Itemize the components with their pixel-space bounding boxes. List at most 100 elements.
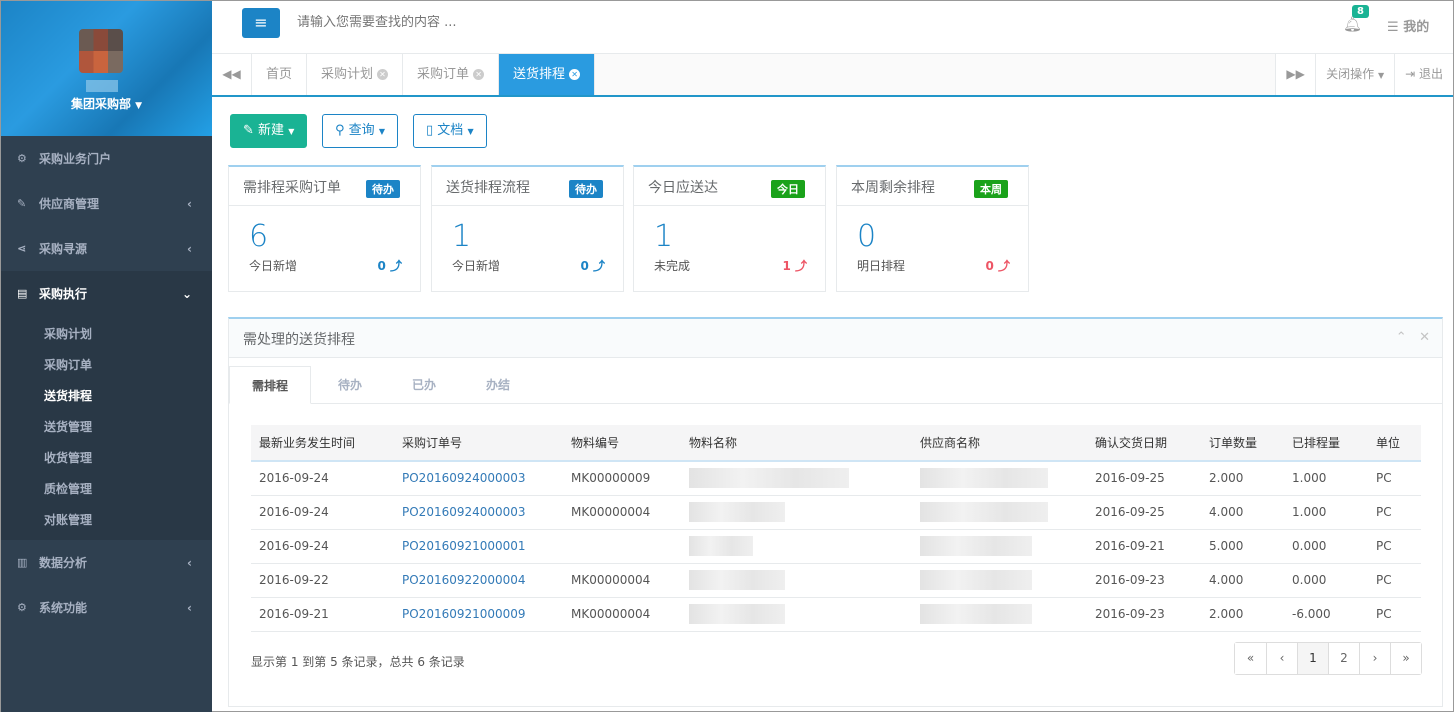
page-last-button[interactable]: » [1390, 643, 1421, 674]
list-icon: ▤ [17, 287, 28, 300]
submenu-plan[interactable]: 采购计划 [1, 319, 212, 350]
tab-todo[interactable]: 待办 [313, 366, 387, 404]
close-icon[interactable]: ✕ [1419, 330, 1430, 345]
table-row[interactable]: 2016-09-24 PO20160924000003 MK00000004 2… [251, 495, 1421, 530]
forward-icon: ▶▶ [1286, 67, 1305, 81]
stat-card-week-remaining[interactable]: 本周剩余排程 本周 0 明日排程 0 ⤴ [836, 165, 1029, 292]
table-row[interactable]: 2016-09-22 PO20160922000004 MK00000004 2… [251, 563, 1421, 598]
po-link[interactable]: PO20160921000001 [394, 529, 563, 564]
stat-header: 需排程采购订单 待办 [229, 167, 420, 206]
stat-subtitle: 今日新增 [452, 259, 501, 273]
nav-analytics[interactable]: ▥ 数据分析 ‹ [1, 540, 212, 585]
cell-date: 2016-09-21 [1087, 529, 1201, 564]
chevron-down-icon: ⌄ [181, 286, 192, 301]
mine-menu[interactable]: ☰ 我的 [1387, 16, 1429, 35]
new-button[interactable]: ✎ 新建 ▼ [230, 114, 308, 148]
stat-card-schedule-flow[interactable]: 送货排程流程 待办 1 今日新增 0 ⤴ [431, 165, 624, 292]
tab-plan[interactable]: 采购计划 ✕ [307, 54, 404, 95]
panel-tabs: 需排程 待办 已办 办结 [229, 366, 1442, 404]
po-link[interactable]: PO20160924000003 [394, 495, 563, 530]
col-header[interactable]: 订单数量 [1201, 425, 1284, 462]
submenu-schedule[interactable]: 送货排程 [1, 381, 212, 412]
cell-date: 2016-09-25 [1087, 495, 1201, 530]
col-header[interactable]: 确认交货日期 [1087, 425, 1201, 462]
nav-system[interactable]: ⚙ 系统功能 ‹ [1, 585, 212, 630]
submenu-receiving[interactable]: 收货管理 [1, 443, 212, 474]
submenu-order[interactable]: 采购订单 [1, 350, 212, 381]
col-header[interactable]: 供应商名称 [912, 425, 1087, 462]
tab-home[interactable]: 首页 [252, 54, 308, 95]
col-header[interactable]: 采购订单号 [394, 425, 563, 462]
stat-badge: 待办 [366, 180, 400, 198]
page-2-button[interactable]: 2 [1328, 643, 1359, 674]
tab-order[interactable]: 采购订单 ✕ [403, 54, 500, 95]
cell-material: MK00000004 [563, 597, 681, 632]
cell-scheduled: 1.000 [1284, 461, 1368, 496]
delta-value: 1 [782, 259, 791, 273]
tabs-right-tools: ▶▶ 关闭操作 ▼ ⇥ 退出 [1275, 54, 1453, 95]
query-button[interactable]: ⚲ 查询 ▼ [322, 114, 398, 148]
page-1-button[interactable]: 1 [1297, 643, 1328, 674]
profile-area: 集团采购部 ▼ [1, 1, 212, 136]
po-link[interactable]: PO20160921000009 [394, 597, 563, 632]
submenu-inspection[interactable]: 质检管理 [1, 474, 212, 505]
stat-title: 需排程采购订单 [243, 180, 341, 196]
stat-card-pending-orders[interactable]: 需排程采购订单 待办 6 今日新增 0 ⤴ [228, 165, 421, 292]
document-button[interactable]: ▯ 文档 ▼ [413, 114, 487, 148]
close-icon[interactable]: ✕ [377, 69, 389, 80]
po-link[interactable]: PO20160924000003 [394, 461, 563, 496]
table-row[interactable]: 2016-09-21 PO20160921000009 MK00000004 2… [251, 597, 1421, 632]
tabs-scroll-left-button[interactable]: ◀◀ [212, 54, 252, 95]
stat-delta: 0 ⤴ [985, 257, 1010, 274]
avatar[interactable] [79, 29, 123, 73]
tab-label: 采购计划 [321, 67, 374, 82]
nav-sourcing[interactable]: ⋖ 采购寻源 ‹ [1, 226, 212, 271]
po-link[interactable]: PO20160922000004 [394, 563, 563, 598]
nav-supplier[interactable]: ✎ 供应商管理 ‹ [1, 181, 212, 226]
cell-qty: 4.000 [1201, 563, 1284, 598]
menu-toggle-button[interactable]: ≡ [242, 8, 280, 38]
col-header[interactable]: 物料名称 [681, 425, 912, 462]
cell-unit: PC [1368, 563, 1421, 598]
table-header-row: 最新业务发生时间 采购订单号 物料编号 物料名称 供应商名称 确认交货日期 订单… [251, 425, 1421, 462]
cell-material-name [681, 529, 912, 564]
chevron-left-icon: ‹ [187, 555, 192, 570]
close-ops-label: 关闭操作 [1326, 67, 1375, 81]
page-first-button[interactable]: « [1235, 643, 1266, 674]
tab-need-schedule[interactable]: 需排程 [229, 366, 311, 404]
stat-card-today-due[interactable]: 今日应送达 今日 1 未完成 1 ⤴ [633, 165, 826, 292]
tab-closed[interactable]: 办结 [461, 366, 535, 404]
col-header[interactable]: 已排程量 [1284, 425, 1368, 462]
cell-unit: PC [1368, 597, 1421, 632]
stat-subtitle: 今日新增 [249, 259, 298, 273]
page-next-button[interactable]: › [1359, 643, 1390, 674]
collapse-icon[interactable]: ⌃ [1396, 330, 1407, 345]
close-icon[interactable]: ✕ [569, 69, 581, 80]
col-header[interactable]: 最新业务发生时间 [251, 425, 394, 462]
list-icon: ☰ [1387, 20, 1399, 35]
nav-portal[interactable]: ⚙ 采购业务门户 [1, 136, 212, 181]
submenu-delivery[interactable]: 送货管理 [1, 412, 212, 443]
nav-execution[interactable]: ▤ 采购执行 ⌄ [1, 271, 212, 316]
tabs-scroll-right-button[interactable]: ▶▶ [1275, 54, 1316, 95]
page-prev-button[interactable]: ‹ [1266, 643, 1297, 674]
tab-done[interactable]: 已办 [387, 366, 461, 404]
search-input[interactable] [297, 15, 697, 30]
close-icon[interactable]: ✕ [473, 69, 485, 80]
table-row[interactable]: 2016-09-24 PO20160924000003 MK00000009 2… [251, 461, 1421, 496]
redacted-text [689, 502, 785, 522]
table-row[interactable]: 2016-09-24 PO20160921000001 2016-09-21 5… [251, 529, 1421, 564]
logout-button[interactable]: ⇥ 退出 [1394, 54, 1453, 95]
stat-title: 送货排程流程 [446, 180, 530, 196]
stat-value: 0 [857, 219, 877, 254]
stat-badge: 待办 [569, 180, 603, 198]
submenu-reconcile[interactable]: 对账管理 [1, 505, 212, 536]
close-ops-dropdown[interactable]: 关闭操作 ▼ [1315, 54, 1395, 95]
delta-value: 0 [580, 259, 589, 273]
cubes-icon: ⚙ [17, 152, 27, 165]
tab-schedule[interactable]: 送货排程 ✕ [499, 54, 596, 95]
col-header[interactable]: 物料编号 [563, 425, 681, 462]
department-dropdown[interactable]: 集团采购部 ▼ [1, 95, 212, 112]
stat-badge: 本周 [974, 180, 1008, 198]
col-header[interactable]: 单位 [1368, 425, 1421, 462]
